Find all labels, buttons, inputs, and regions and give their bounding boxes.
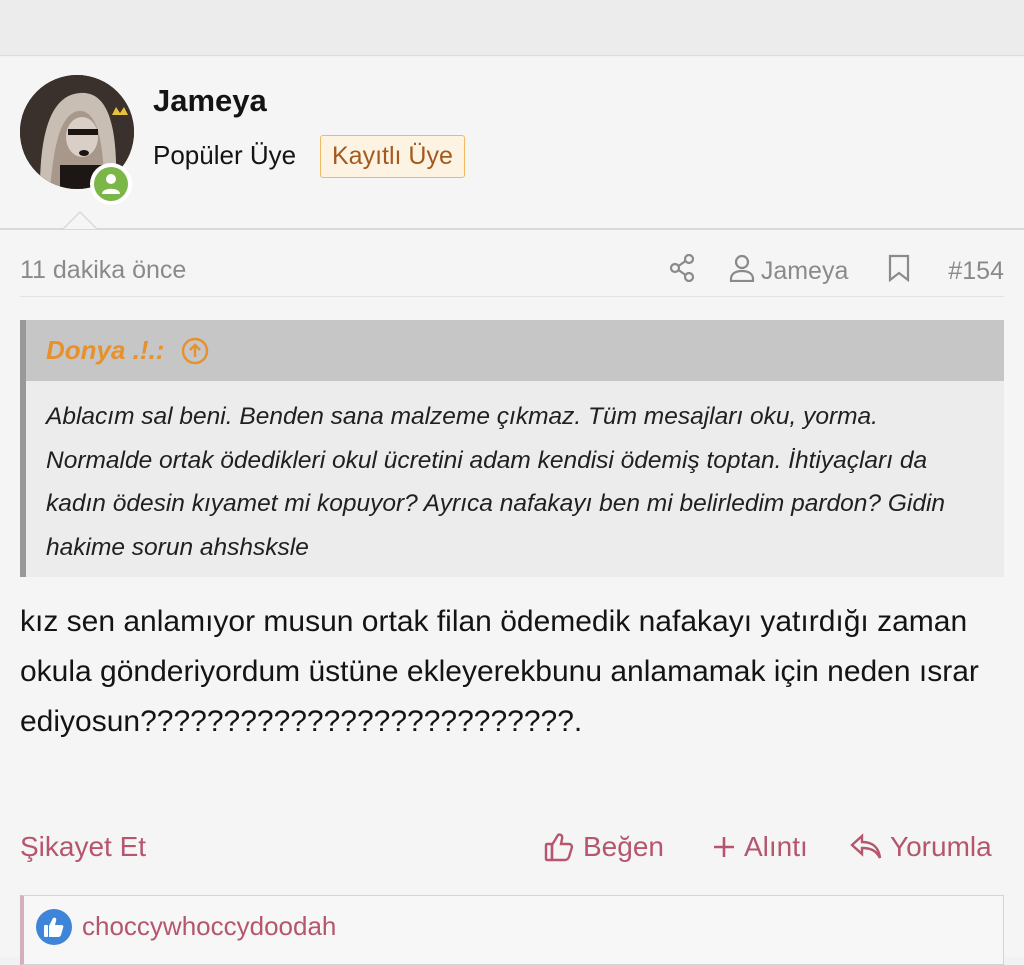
user-icon [102, 174, 120, 194]
post: Jameya Popüler Üye Kayıtlı Üye 11 dakika… [0, 57, 1024, 965]
message-text: kız sen anlamıyor musun ortak filan ödem… [20, 605, 979, 738]
quote-label: Alıntı [744, 831, 808, 862]
post-time[interactable]: 11 dakika önce [20, 256, 186, 285]
thumbs-up-icon [36, 909, 72, 945]
author-block: Jameya Popüler Üye Kayıtlı Üye [0, 57, 1024, 230]
bookmark-icon[interactable] [888, 254, 910, 289]
post-meta: 11 dakika önce Jameya #154 [20, 243, 1004, 297]
reply-label: Yorumla [890, 831, 992, 862]
top-bar [0, 0, 1024, 56]
like-button[interactable]: Beğen [543, 831, 664, 863]
reply-button[interactable]: Yorumla [850, 831, 992, 863]
username[interactable]: Jameya [153, 83, 267, 119]
online-status-indicator [90, 163, 132, 205]
reaction-user[interactable]: choccywhoccydoodah [82, 911, 336, 942]
user-badge: Kayıtlı Üye [320, 135, 465, 178]
quote-author[interactable]: Donya .!.: [46, 335, 164, 366]
post-actions: Şikayet Et Beğen Alıntı Yorumla [20, 827, 1004, 871]
report-button[interactable]: Şikayet Et [20, 831, 146, 863]
quote-text: Ablacım sal beni. Benden sana malzeme çı… [46, 403, 946, 561]
share-icon[interactable] [669, 253, 695, 289]
author-icon [729, 254, 755, 289]
user-title: Popüler Üye [153, 140, 297, 170]
thumbs-up-outline-icon [544, 833, 574, 862]
post-number[interactable]: #154 [948, 257, 1004, 286]
arrow-up-circle-icon[interactable] [180, 336, 210, 366]
plus-icon [714, 837, 734, 857]
like-label: Beğen [583, 831, 664, 862]
reply-icon [850, 833, 882, 859]
quote-block: Donya .!.: Ablacım sal beni. Benden sana… [20, 320, 1004, 577]
pointer-arrow-fill [64, 213, 96, 229]
meta-author[interactable]: Jameya [761, 257, 849, 286]
quote-button[interactable]: Alıntı [712, 831, 808, 863]
reactions-bar: choccywhoccydoodah [20, 895, 1004, 965]
